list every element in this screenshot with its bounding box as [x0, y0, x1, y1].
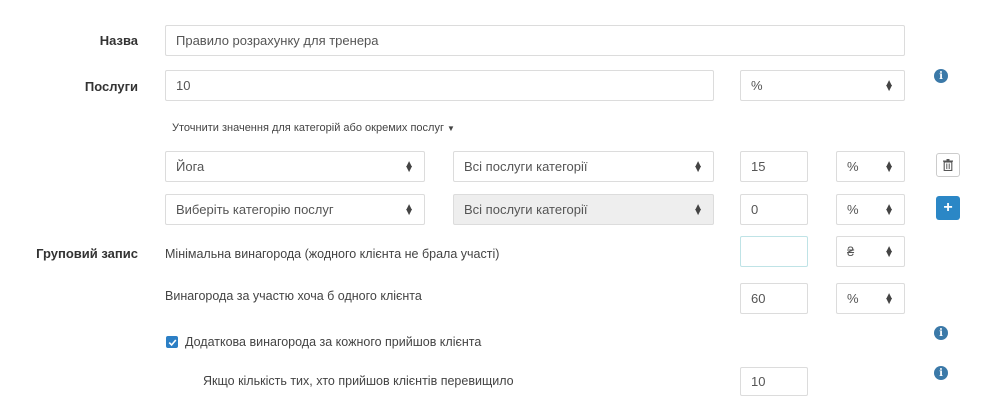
category-unit-value: % — [847, 202, 859, 217]
category-select[interactable]: Виберіть категорію послуг ▲ ▼ — [165, 194, 425, 225]
add-row-button[interactable]: + — [936, 196, 960, 220]
chevron-down-icon: ▼ — [447, 124, 455, 133]
threshold-value: 10 — [751, 374, 766, 389]
category-amount-value: 0 — [751, 202, 759, 217]
min-reward-label: Мінімальна винагорода (жодного клієнта н… — [165, 247, 500, 261]
min-reward-input[interactable] — [740, 236, 808, 267]
category-select-value: Виберіть категорію послуг — [176, 202, 334, 217]
service-select[interactable]: Всі послуги категорії ▲ ▼ — [453, 151, 714, 182]
service-select-disabled[interactable]: Всі послуги категорії ▲ ▼ — [453, 194, 714, 225]
refine-link[interactable]: Уточнити значення для категорій або окре… — [172, 122, 455, 134]
name-input[interactable]: Правило розрахунку для тренера — [165, 25, 905, 56]
select-caret-icon: ▲ ▼ — [693, 158, 703, 175]
category-amount-input[interactable]: 0 — [740, 194, 808, 225]
extra-reward-checkbox[interactable] — [166, 336, 178, 348]
service-select-value: Всі послуги категорії — [464, 159, 588, 174]
checkmark-icon — [168, 338, 176, 346]
services-unit-value: % — [751, 78, 763, 93]
category-unit-value: % — [847, 159, 859, 174]
select-caret-icon: ▲ ▼ — [404, 158, 414, 175]
one-client-input[interactable]: 60 — [740, 283, 808, 314]
plus-icon: + — [943, 199, 953, 216]
services-input-value: 10 — [176, 78, 191, 93]
service-select-value: Всі послуги категорії — [464, 202, 588, 217]
one-client-unit-select[interactable]: % ▲ ▼ — [836, 283, 905, 314]
select-caret-icon: ▲ ▼ — [693, 201, 703, 218]
category-unit-select[interactable]: % ▲ ▼ — [836, 151, 905, 182]
select-caret-icon: ▲ ▼ — [884, 201, 894, 218]
name-label: Назва — [99, 33, 138, 48]
category-select-value: Йога — [176, 159, 205, 174]
one-client-unit-value: % — [847, 291, 859, 306]
services-label: Послуги — [84, 79, 138, 94]
services-input[interactable]: 10 — [165, 70, 714, 101]
one-client-value: 60 — [751, 291, 766, 306]
category-unit-select[interactable]: % ▲ ▼ — [836, 194, 905, 225]
category-amount-value: 15 — [751, 159, 766, 174]
select-caret-icon: ▲ ▼ — [404, 201, 414, 218]
select-caret-icon: ▲ ▼ — [884, 243, 894, 260]
info-icon[interactable]: i — [934, 366, 948, 380]
select-caret-icon: ▲ ▼ — [884, 77, 894, 94]
services-unit-select[interactable]: % ▲ ▼ — [740, 70, 905, 101]
info-icon[interactable]: i — [934, 326, 948, 340]
category-amount-input[interactable]: 15 — [740, 151, 808, 182]
min-reward-unit-select[interactable]: ₴ ▲ ▼ — [836, 236, 905, 267]
min-reward-unit-value: ₴ — [847, 244, 855, 259]
trash-icon — [943, 159, 953, 171]
info-icon[interactable]: i — [934, 69, 948, 83]
group-label: Груповий запис — [36, 246, 138, 261]
threshold-label: Якщо кількість тих, хто прийшов клієнтів… — [203, 374, 514, 388]
select-caret-icon: ▲ ▼ — [884, 158, 894, 175]
refine-link-label: Уточнити значення для категорій або окре… — [172, 122, 444, 134]
extra-reward-label[interactable]: Додаткова винагорода за кожного прийшов … — [185, 335, 481, 349]
one-client-label: Винагорода за участю хоча б одного клієн… — [165, 289, 422, 303]
delete-row-button[interactable] — [936, 153, 960, 177]
select-caret-icon: ▲ ▼ — [884, 290, 894, 307]
name-input-value: Правило розрахунку для тренера — [176, 33, 379, 48]
threshold-input[interactable]: 10 — [740, 367, 808, 396]
category-select[interactable]: Йога ▲ ▼ — [165, 151, 425, 182]
